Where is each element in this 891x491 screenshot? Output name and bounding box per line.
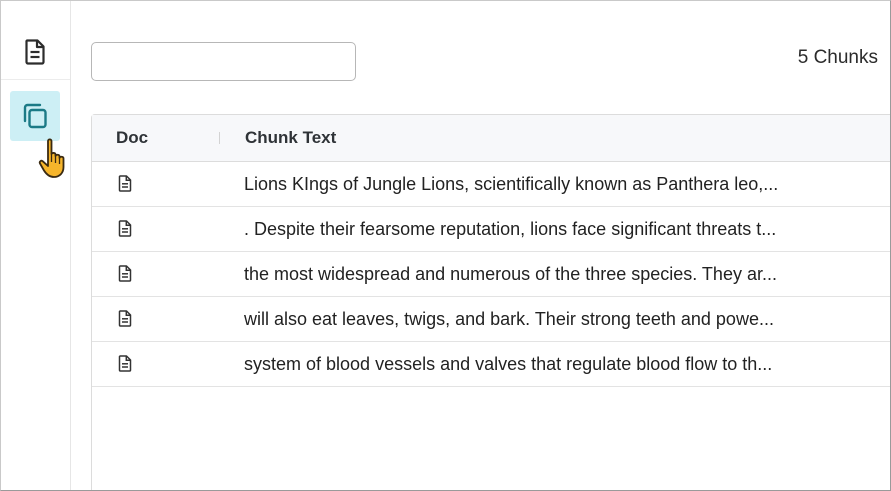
chunk-text: Lions KIngs of Jungle Lions, scientifica…	[244, 174, 779, 194]
chunk-text: system of blood vessels and valves that …	[244, 354, 773, 374]
copy-icon	[23, 103, 47, 129]
chunk-text: will also eat leaves, twigs, and bark. T…	[244, 309, 774, 329]
chunk-text: . Despite their fearsome reputation, lio…	[244, 219, 777, 239]
column-separator	[219, 132, 220, 144]
document-icon	[25, 39, 45, 65]
chunk-count: 5 Chunks	[797, 47, 878, 68]
table-row[interactable]: Lions KIngs of Jungle Lions, scientifica…	[92, 162, 890, 207]
sidebar-item-documents[interactable]	[10, 27, 60, 77]
document-icon	[118, 355, 132, 372]
table-row[interactable]: . Despite their fearsome reputation, lio…	[92, 207, 890, 252]
search-input[interactable]	[91, 42, 356, 81]
table-header: Doc Chunk Text	[92, 115, 890, 162]
document-icon	[118, 310, 132, 327]
pointer-hand-icon	[38, 138, 65, 178]
sidebar	[1, 1, 71, 490]
column-header-chunk-text[interactable]: Chunk Text	[245, 128, 336, 148]
sidebar-divider	[1, 79, 70, 80]
column-header-doc[interactable]: Doc	[116, 128, 148, 148]
chunk-text: the most widespread and numerous of the …	[244, 264, 777, 284]
document-icon	[118, 220, 132, 237]
sidebar-item-chunks[interactable]	[10, 91, 60, 141]
table-row[interactable]: will also eat leaves, twigs, and bark. T…	[92, 297, 890, 342]
document-icon	[118, 265, 132, 282]
chunks-table: Doc Chunk Text Lions KIngs of Jungle Lio…	[91, 114, 890, 490]
table-row[interactable]: the most widespread and numerous of the …	[92, 252, 890, 297]
table-row[interactable]: system of blood vessels and valves that …	[92, 342, 890, 387]
app-window: 5 Chunks Doc Chunk Text Lions KIngs of J…	[0, 0, 891, 491]
document-icon	[118, 175, 132, 192]
